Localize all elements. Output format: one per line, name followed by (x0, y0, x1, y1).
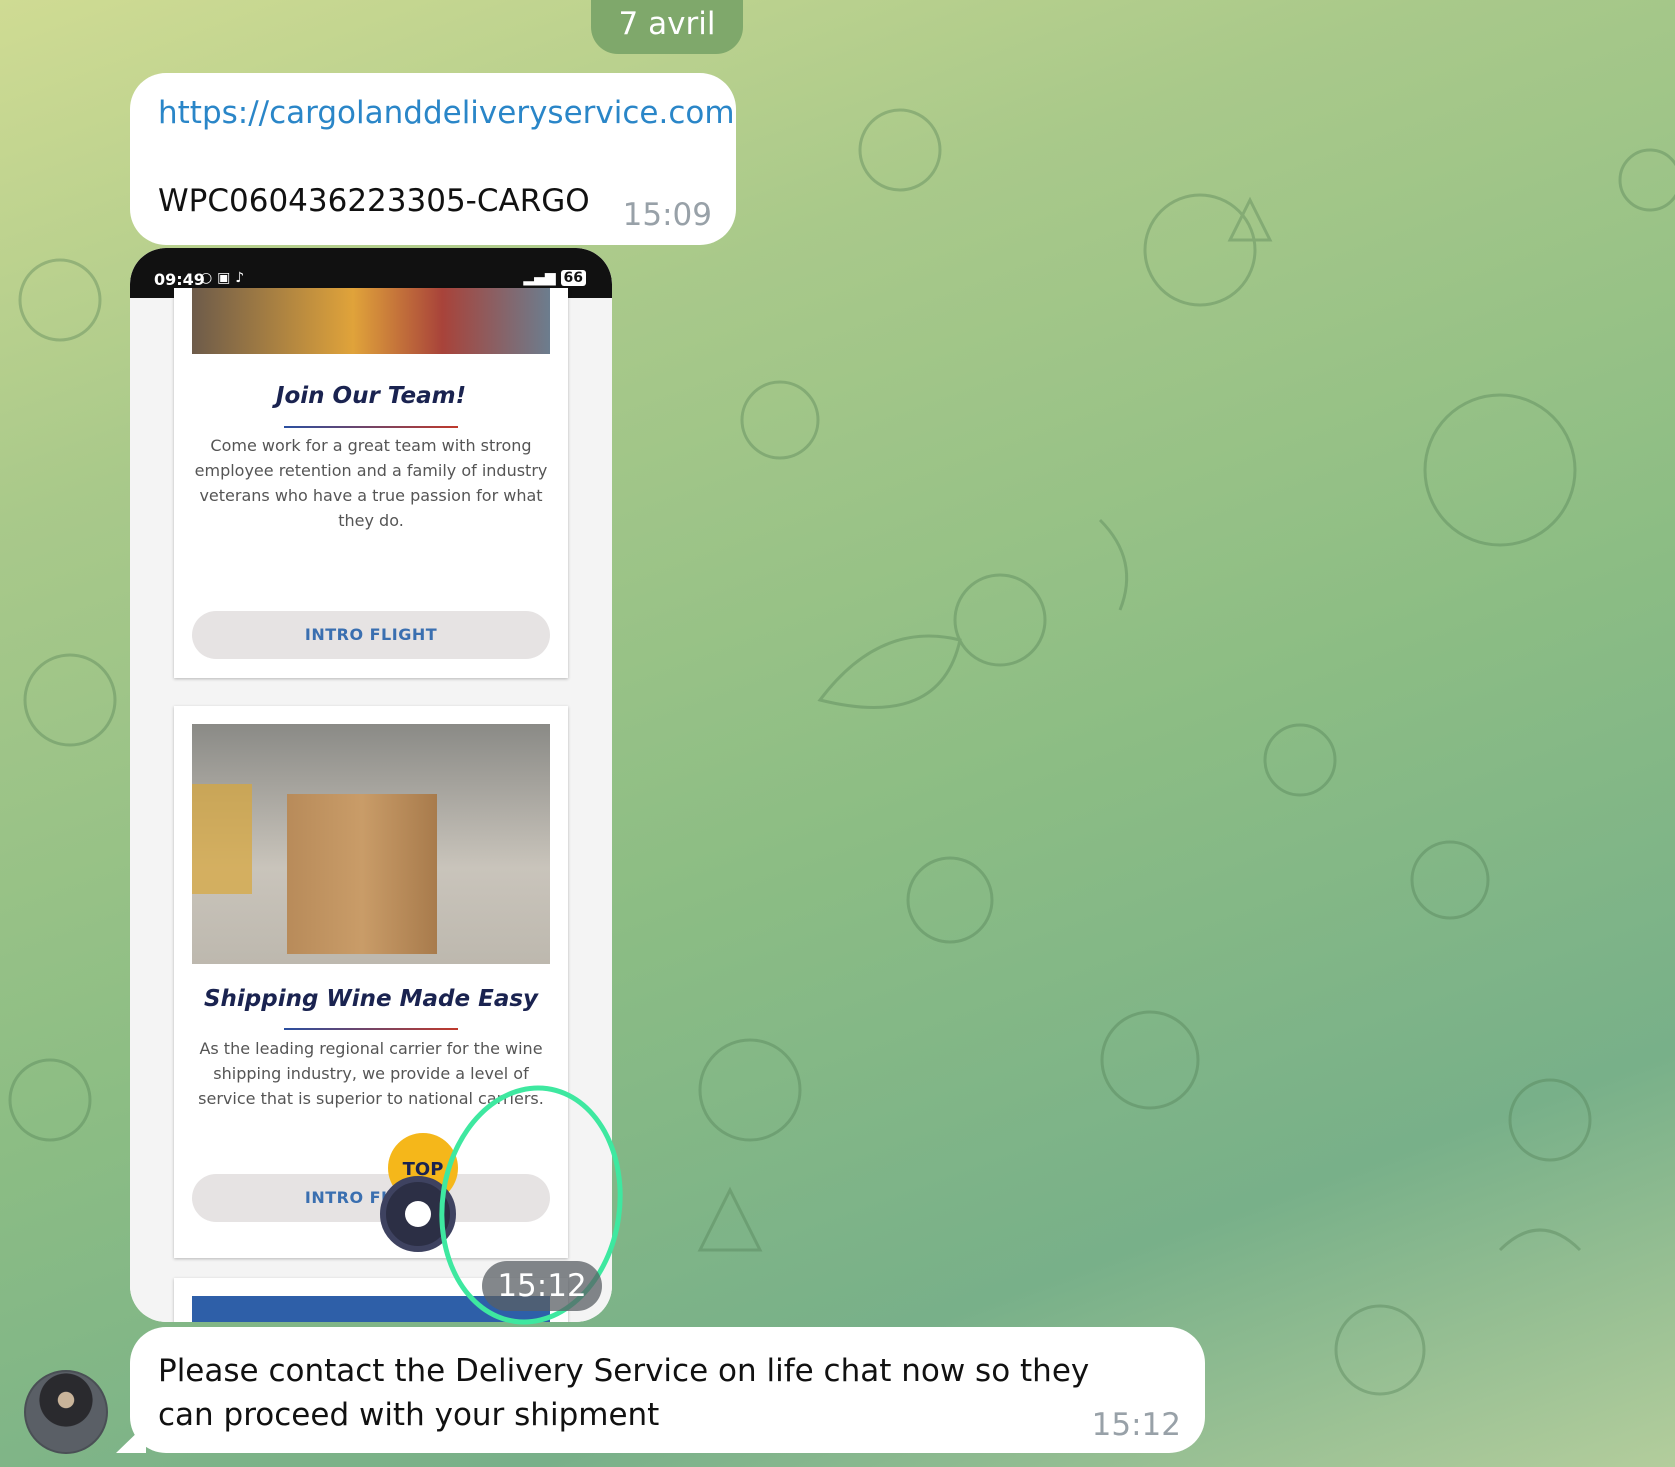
card-title: Join Our Team! (275, 383, 467, 409)
card-body: Come work for a great team with strong e… (194, 436, 548, 530)
phone-status-time: 09:49 (154, 270, 205, 289)
intro-flight-button[interactable]: INTRO FLIGHT (192, 611, 550, 659)
signal-battery-icon: ▂▄▆ 66 (523, 270, 586, 286)
service-card-team: Join Our Team! Come work for a great tea… (174, 288, 568, 678)
notification-icons: ○ ▣ ♪ (200, 270, 245, 286)
title-underline (284, 1028, 458, 1030)
title-underline (284, 426, 458, 428)
cardboard-box-shape (287, 794, 437, 954)
image-message-time: 15:12 (482, 1261, 602, 1311)
package-on-scale-image (192, 724, 550, 964)
message-time: 15:09 (622, 197, 712, 233)
message-bubble-link[interactable]: https://cargolanddeliveryservice.com WPC… (130, 73, 736, 245)
tracking-code: WPC060436223305-CARGO (158, 183, 590, 219)
card-title: Shipping Wine Made Easy (203, 986, 539, 1012)
battery-level: 66 (560, 270, 586, 286)
date-separator: 7 avril (591, 0, 743, 54)
message-text: Please contact the Delivery Service on l… (158, 1353, 1090, 1433)
shipment-link[interactable]: https://cargolanddeliveryservice.com (158, 95, 735, 131)
cargo-ship-image (192, 288, 550, 354)
pallet-jack-shape (192, 784, 252, 894)
message-bubble-text[interactable]: Please contact the Delivery Service on l… (130, 1327, 1205, 1453)
message-time: 15:12 (1091, 1407, 1181, 1443)
sender-avatar[interactable] (24, 1370, 108, 1454)
